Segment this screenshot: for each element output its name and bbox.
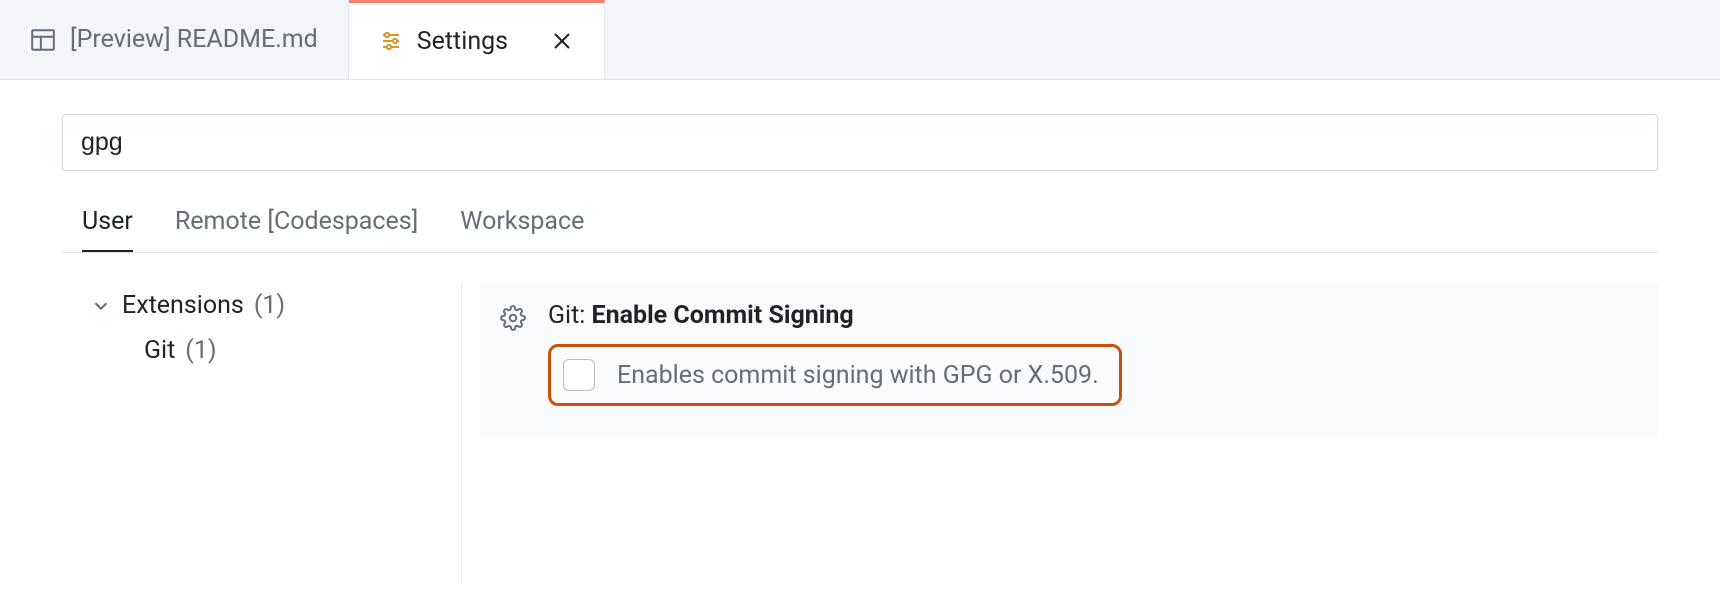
setting-content: Git: Enable Commit Signing Enables commi… bbox=[548, 301, 1638, 406]
sidebar-item-label: Extensions bbox=[122, 291, 244, 320]
tab-preview-readme[interactable]: [Preview] README.md bbox=[0, 0, 349, 79]
scope-tab-remote[interactable]: Remote [Codespaces] bbox=[175, 207, 418, 252]
sidebar-item-extensions[interactable]: Extensions (1) bbox=[86, 283, 461, 328]
settings-body: User Remote [Codespaces] Workspace Exten… bbox=[0, 80, 1720, 583]
sidebar-item-count: (1) bbox=[185, 336, 216, 365]
sidebar-item-git[interactable]: Git (1) bbox=[86, 328, 461, 373]
enable-commit-signing-checkbox[interactable] bbox=[563, 359, 595, 391]
preview-icon bbox=[30, 27, 56, 53]
scope-tab-workspace[interactable]: Workspace bbox=[460, 207, 584, 252]
settings-scope-tabs: User Remote [Codespaces] Workspace bbox=[62, 207, 1658, 253]
close-icon[interactable] bbox=[550, 29, 574, 53]
settings-list: Git: Enable Commit Signing Enables commi… bbox=[462, 283, 1658, 583]
setting-name: Enable Commit Signing bbox=[592, 301, 854, 330]
setting-description: Enables commit signing with GPG or X.509… bbox=[617, 361, 1099, 390]
editor-tab-bar: [Preview] README.md Settings bbox=[0, 0, 1720, 80]
settings-search-input[interactable] bbox=[62, 114, 1658, 171]
settings-sidebar: Extensions (1) Git (1) bbox=[62, 283, 462, 583]
setting-item-git-enable-commit-signing: Git: Enable Commit Signing Enables commi… bbox=[480, 283, 1658, 438]
tab-label: [Preview] README.md bbox=[70, 25, 318, 54]
sidebar-item-count: (1) bbox=[254, 291, 285, 320]
setting-checkbox-row: Enables commit signing with GPG or X.509… bbox=[548, 344, 1122, 406]
tab-label: Settings bbox=[417, 27, 508, 56]
sidebar-item-label: Git bbox=[144, 336, 175, 365]
settings-content-area: Extensions (1) Git (1) Git: bbox=[62, 283, 1658, 583]
settings-tab-icon bbox=[379, 29, 403, 53]
scope-tab-user[interactable]: User bbox=[82, 207, 133, 252]
tab-settings[interactable]: Settings bbox=[349, 0, 605, 79]
setting-title: Git: Enable Commit Signing bbox=[548, 301, 1638, 330]
gear-icon[interactable] bbox=[500, 305, 526, 406]
setting-category: Git: bbox=[548, 301, 585, 330]
chevron-down-icon bbox=[90, 295, 112, 317]
